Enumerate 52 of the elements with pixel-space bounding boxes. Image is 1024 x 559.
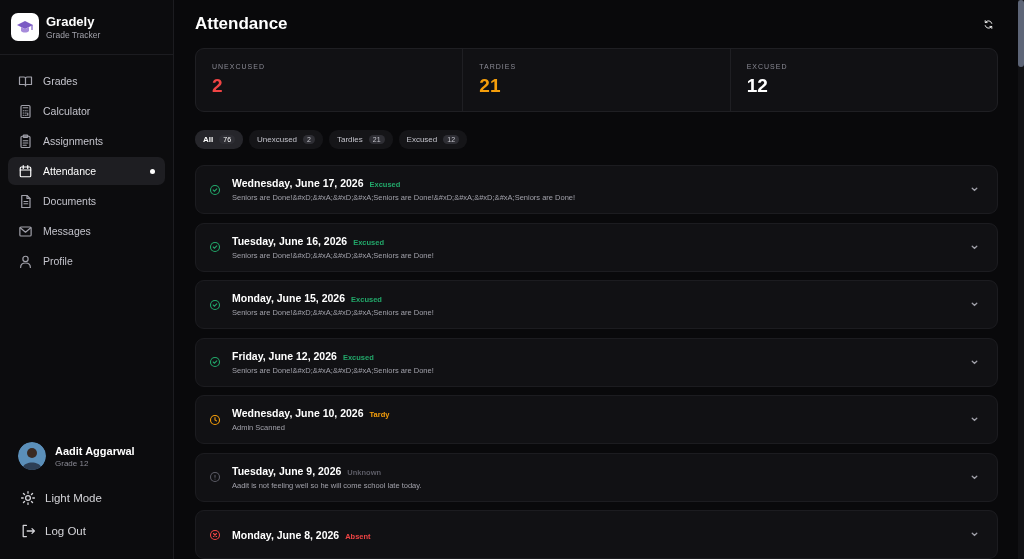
app-subtitle: Grade Tracker (46, 30, 101, 40)
nav-item[interactable]: Messages (8, 217, 165, 245)
chevron-down-icon[interactable] (970, 415, 979, 424)
theme-toggle-button[interactable]: Light Mode (0, 482, 173, 514)
info-icon (209, 471, 221, 483)
chevron-down-icon[interactable] (970, 185, 979, 194)
user-icon (18, 253, 33, 269)
x-circle-icon (209, 528, 221, 541)
refresh-icon[interactable] (983, 18, 994, 30)
chevron-down-icon[interactable] (970, 357, 979, 367)
avatar[interactable] (18, 442, 46, 470)
entry-date: Wednesday, June 10, 2026 (232, 407, 364, 419)
stat-value: 21 (479, 75, 502, 97)
check-circle-icon (209, 298, 221, 311)
check-circle-icon (209, 183, 221, 196)
entry-date: Tuesday, June 9, 2026 (232, 464, 342, 477)
chevron-down-icon[interactable] (970, 300, 979, 309)
clock-icon (209, 413, 221, 426)
stat-value: 2 (212, 75, 224, 97)
nav-item[interactable]: Assignments (8, 127, 165, 155)
calendar-icon (18, 163, 33, 179)
app-name: Gradely (46, 14, 96, 30)
mail-icon (18, 223, 33, 239)
chevron-down-icon[interactable] (970, 242, 979, 252)
entry-date: Friday, June 12, 2026 (232, 349, 337, 362)
entry-date: Wednesday, June 17, 2026 (232, 177, 364, 189)
scrollbar[interactable] (1018, 0, 1024, 559)
entry-date: Tuesday, June 16, 2026 (232, 234, 348, 247)
nav-item[interactable]: Profile (8, 247, 165, 275)
entry-date: Monday, June 8, 2026 (232, 528, 340, 541)
logout-button[interactable]: Log Out (0, 515, 173, 547)
active-dot-icon (150, 168, 155, 174)
user-grade: Grade 12 (55, 458, 90, 468)
user-name: Aadit Aggarwal (55, 444, 135, 457)
check-circle-icon (209, 356, 221, 368)
nav-item[interactable]: Grades (8, 67, 165, 95)
nav-item[interactable]: Documents (8, 187, 165, 215)
sun-icon (20, 490, 36, 506)
chevron-down-icon[interactable] (970, 530, 979, 539)
calculator-icon (18, 103, 33, 119)
entry-date: Monday, June 15, 2026 (232, 292, 346, 304)
app-logo (11, 13, 39, 41)
nav-item[interactable]: Calculator (8, 97, 165, 125)
clipboard-icon (18, 133, 33, 149)
page-title: Attendance (195, 14, 288, 34)
logout-icon (20, 523, 36, 539)
nav-item[interactable]: Attendance (8, 157, 165, 185)
book-icon (18, 73, 33, 89)
document-icon (18, 193, 33, 209)
check-circle-icon (209, 241, 221, 253)
stat-value: 12 (746, 75, 769, 97)
chevron-down-icon[interactable] (970, 472, 979, 482)
